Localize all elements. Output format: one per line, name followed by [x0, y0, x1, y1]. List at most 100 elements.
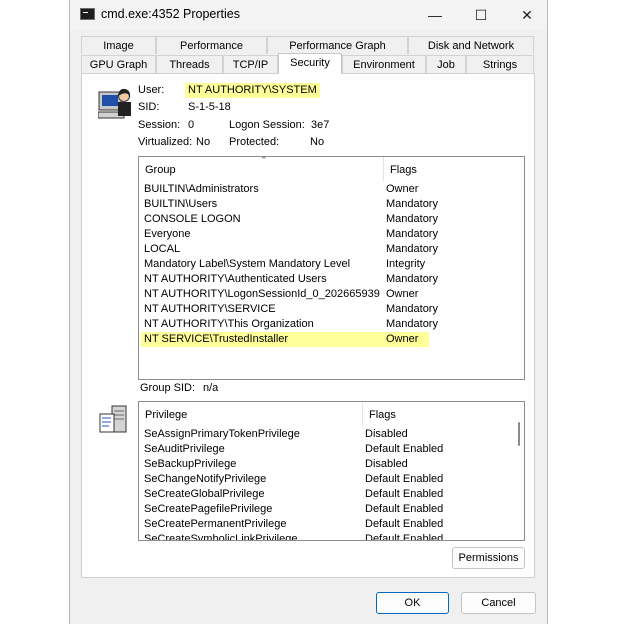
close-button[interactable]: ✕: [504, 0, 550, 30]
window-title: cmd.exe:4352 Properties: [101, 7, 240, 21]
privilege-name: SeChangeNotifyPrivilege: [144, 473, 267, 485]
privilege-row[interactable]: SeCreatePagefilePrivilege Default Enabled: [139, 502, 524, 517]
group-sid-label: Group SID:: [140, 382, 196, 394]
privilege-name: SeCreatePagefilePrivilege: [144, 503, 273, 515]
session-value: 0: [188, 119, 195, 131]
tab-strip: Image Performance Performance Graph Disk…: [70, 36, 547, 76]
group-row[interactable]: NT AUTHORITY\LogonSessionId_0_202665939 O…: [139, 287, 524, 302]
group-row[interactable]: BUILTIN\Administrators Owner: [139, 182, 524, 197]
privilege-flags: Default Enabled: [365, 533, 444, 541]
privilege-row[interactable]: SeCreateGlobalPrivilege Default Enabled: [139, 487, 524, 502]
group-row[interactable]: CONSOLE LOGON Mandatory: [139, 212, 524, 227]
privilege-flags: Disabled: [365, 458, 408, 470]
privileges-list[interactable]: Privilege Flags SeAssignPrimaryTokenPriv…: [138, 401, 525, 541]
privilege-name: SeAuditPrivilege: [144, 443, 225, 455]
protected-value: No: [310, 136, 325, 148]
group-row[interactable]: LOCAL Mandatory: [139, 242, 524, 257]
virtualized-label: Virtualized:: [138, 136, 193, 148]
group-name: NT AUTHORITY\Authenticated Users: [144, 273, 327, 285]
group-name: NT AUTHORITY\SERVICE: [144, 303, 276, 315]
user-label: User:: [138, 84, 165, 96]
tab-strings[interactable]: Strings: [466, 55, 534, 73]
privilege-name: SeAssignPrimaryTokenPrivilege: [144, 428, 300, 440]
tab-environment[interactable]: Environment: [342, 55, 426, 73]
privilege-row[interactable]: SeChangeNotifyPrivilege Default Enabled: [139, 472, 524, 487]
group-name: BUILTIN\Users: [144, 198, 218, 210]
tab-security[interactable]: Security: [278, 53, 342, 74]
group-name: NT SERVICE\TrustedInstaller: [144, 333, 289, 345]
group-name: LOCAL: [144, 243, 181, 255]
cancel-button[interactable]: Cancel: [461, 592, 536, 614]
privilege-flags: Disabled: [365, 428, 408, 440]
privilege-flags-column-header[interactable]: Flags: [363, 402, 513, 426]
user-value: NT AUTHORITY\SYSTEM: [185, 83, 320, 98]
privilege-server-icon: [99, 405, 127, 433]
privilege-flags: Default Enabled: [365, 518, 444, 530]
privilege-name: SeCreateGlobalPrivilege: [144, 488, 265, 500]
tab-disk-and-network[interactable]: Disk and Network: [408, 36, 534, 54]
virtualized-value: No: [196, 136, 211, 148]
user-computer-icon: [98, 88, 131, 119]
group-row[interactable]: BUILTIN\Users Mandatory: [139, 197, 524, 212]
group-row[interactable]: Everyone Mandatory: [139, 227, 524, 242]
privilege-flags: Default Enabled: [365, 473, 444, 485]
tab-gpu-graph[interactable]: GPU Graph: [81, 55, 156, 73]
protected-label: Protected:: [229, 136, 280, 148]
privilege-column-header[interactable]: Privilege: [139, 402, 363, 426]
group-row[interactable]: NT AUTHORITY\SERVICE Mandatory: [139, 302, 524, 317]
group-name: CONSOLE LOGON: [144, 213, 241, 225]
tab-performance-graph[interactable]: Performance Graph: [267, 36, 408, 54]
maximize-button[interactable]: ☐: [458, 0, 504, 30]
ok-button[interactable]: OK: [376, 592, 449, 614]
tab-performance[interactable]: Performance: [156, 36, 267, 54]
logon-session-value: 3e7: [311, 119, 330, 131]
logon-session-label: Logon Session:: [229, 119, 305, 131]
group-flags: Mandatory: [386, 198, 438, 210]
group-flags: Integrity: [386, 258, 426, 270]
flags-column-header[interactable]: Flags: [384, 157, 426, 181]
privilege-row[interactable]: SeCreatePermanentPrivilege Default Enable…: [139, 517, 524, 532]
group-name: NT AUTHORITY\LogonSessionId_0_202665939: [144, 288, 380, 300]
sid-label: SID:: [138, 101, 160, 113]
groups-list[interactable]: Group ⌃ Flags BUILTIN\Administrators Owne…: [138, 156, 525, 380]
group-flags: Owner: [386, 333, 419, 345]
group-sid-value: n/a: [203, 382, 219, 394]
group-row[interactable]: Mandatory Label\System Mandatory Level In…: [139, 257, 524, 272]
privilege-name: SeCreateSymbolicLinkPrivilege: [144, 533, 298, 541]
privilege-name: SeCreatePermanentPrivilege: [144, 518, 287, 530]
sid-value: S-1-5-18: [188, 101, 231, 113]
group-flags: Mandatory: [386, 273, 438, 285]
privilege-row[interactable]: SeBackupPrivilege Disabled: [139, 457, 524, 472]
group-row[interactable]: NT AUTHORITY\This Organization Mandatory: [139, 317, 524, 332]
group-flags: Owner: [386, 183, 419, 195]
scrollbar-thumb[interactable]: [518, 422, 520, 446]
group-flags: Owner: [386, 288, 419, 300]
group-flags: Mandatory: [386, 243, 438, 255]
group-name: Mandatory Label\System Mandatory Level: [144, 258, 351, 270]
sort-ascending-icon: ⌃: [260, 156, 268, 165]
group-row-selected[interactable]: NT SERVICE\TrustedInstaller Owner: [141, 332, 429, 347]
group-name: NT AUTHORITY\This Organization: [144, 318, 314, 330]
privilege-flags: Default Enabled: [365, 488, 444, 500]
privilege-row[interactable]: SeAuditPrivilege Default Enabled: [139, 442, 524, 457]
group-flags: Mandatory: [386, 318, 438, 330]
group-row[interactable]: NT AUTHORITY\Authenticated Users Mandator…: [139, 272, 524, 287]
console-app-icon: [80, 8, 95, 20]
title-bar[interactable]: cmd.exe:4352 Properties — ☐ ✕: [70, 0, 547, 30]
security-panel: User: NT AUTHORITY\SYSTEM SID: S-1-5-18 …: [81, 73, 535, 578]
group-name: Everyone: [144, 228, 191, 240]
tab-image[interactable]: Image: [81, 36, 156, 54]
group-flags: Mandatory: [386, 213, 438, 225]
privilege-row[interactable]: SeCreateSymbolicLinkPrivilege Default Ena…: [139, 532, 524, 541]
minimize-button[interactable]: —: [412, 0, 458, 30]
privileges-scrollbar[interactable]: [516, 406, 522, 540]
tab-tcp-ip[interactable]: TCP/IP: [223, 55, 278, 73]
tab-threads[interactable]: Threads: [156, 55, 223, 73]
permissions-button[interactable]: Permissions: [452, 547, 525, 569]
privilege-flags: Default Enabled: [365, 503, 444, 515]
privilege-row[interactable]: SeAssignPrimaryTokenPrivilege Disabled: [139, 427, 524, 442]
privilege-flags: Default Enabled: [365, 443, 444, 455]
session-label: Session:: [138, 119, 181, 131]
group-flags: Mandatory: [386, 228, 438, 240]
tab-job[interactable]: Job: [426, 55, 466, 73]
